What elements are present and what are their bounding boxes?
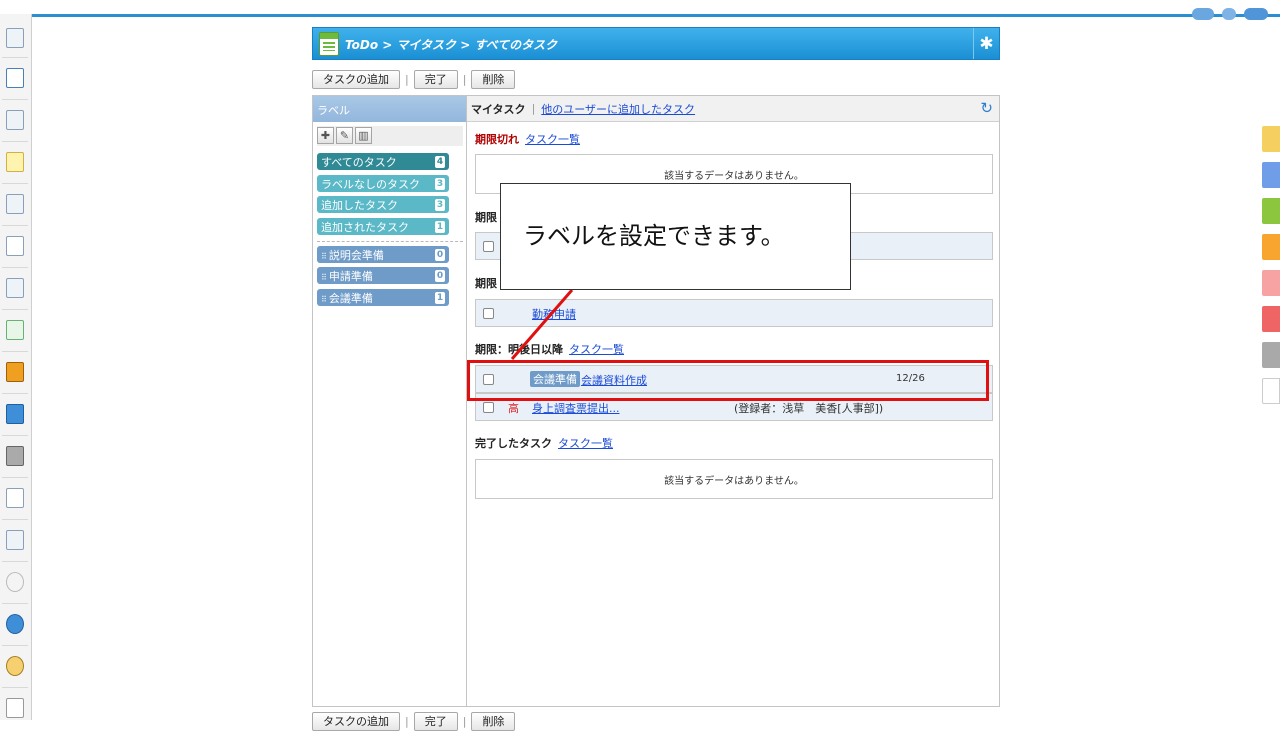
callout-text: ラベルを設定できます。 (523, 222, 785, 250)
callout-pointer (510, 289, 574, 360)
callout-box: ラベルを設定できます。 (500, 183, 851, 290)
